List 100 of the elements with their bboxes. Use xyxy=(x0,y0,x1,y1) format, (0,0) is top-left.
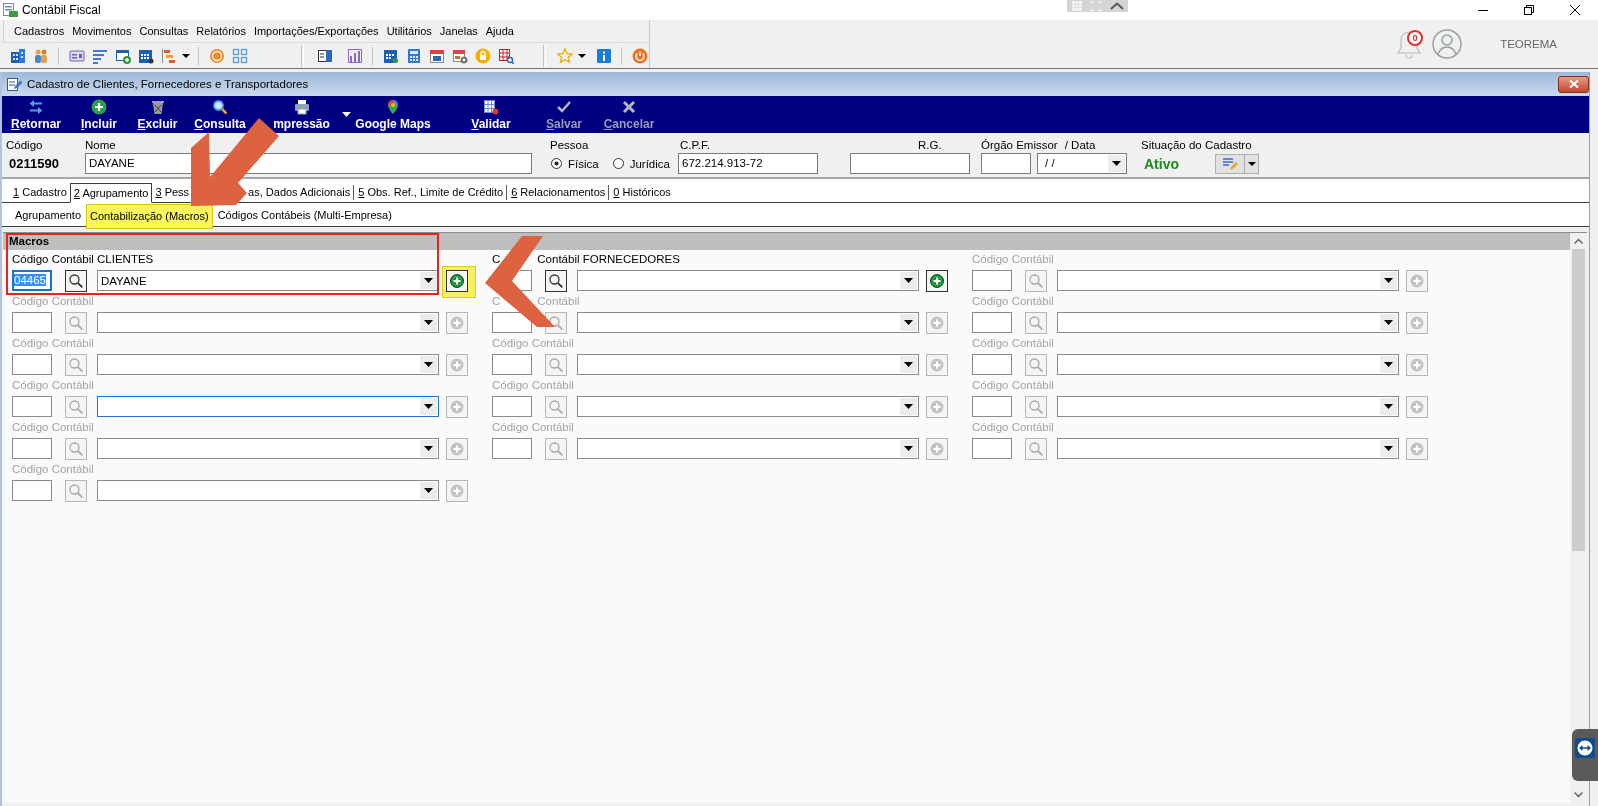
code-field[interactable] xyxy=(972,438,1012,459)
caret-icon xyxy=(1380,356,1397,373)
double-arrow-icon xyxy=(1575,738,1595,758)
issuer-field[interactable] xyxy=(981,153,1031,174)
calendar-icon xyxy=(428,47,445,64)
search-icon xyxy=(1029,399,1043,414)
dropdown-button[interactable] xyxy=(1245,153,1259,174)
tab[interactable]: Contabilização (Macros) xyxy=(86,204,213,229)
field-label: Código Contábil xyxy=(12,420,94,435)
cpf-field[interactable]: 672.214.913-72 xyxy=(678,153,818,174)
tab[interactable]: as, Dados Adicionais xyxy=(248,185,354,200)
menu-item[interactable]: Relatórios xyxy=(192,21,250,41)
code-field[interactable] xyxy=(492,438,532,459)
account-dropdown[interactable] xyxy=(97,312,439,333)
gantt-icon xyxy=(160,47,177,64)
menu-item[interactable]: Importações/Exportações xyxy=(249,21,383,41)
power-icon xyxy=(631,47,648,64)
add-button[interactable] xyxy=(446,269,468,292)
account-dropdown[interactable] xyxy=(97,396,439,417)
map-pin-icon xyxy=(385,99,401,115)
search-icon xyxy=(69,315,83,330)
restore-icon xyxy=(1524,5,1534,15)
code-field[interactable] xyxy=(12,438,52,459)
field-label: / Data xyxy=(1064,138,1096,153)
user-avatar-icon[interactable] xyxy=(1432,29,1463,59)
code-field[interactable] xyxy=(492,354,532,375)
query-button[interactable]: Consulta xyxy=(187,96,253,133)
add-button[interactable] xyxy=(926,269,948,292)
include-button[interactable]: Incluir xyxy=(70,96,128,133)
search-icon xyxy=(549,441,563,456)
id-card-icon xyxy=(68,47,85,64)
account-dropdown[interactable]: DAYANE xyxy=(97,270,439,291)
chevron-up-icon[interactable] xyxy=(1109,2,1124,10)
account-dropdown[interactable] xyxy=(1057,354,1399,375)
search-icon xyxy=(549,315,563,330)
print-button[interactable]: mpressão xyxy=(253,96,338,133)
return-button[interactable]: Retornar xyxy=(2,96,70,133)
tab[interactable]: Agrupamento xyxy=(10,207,87,223)
menu-item[interactable]: Cadastros xyxy=(10,21,69,41)
delete-button[interactable]: Excluir xyxy=(128,96,187,133)
side-tab[interactable] xyxy=(1572,729,1598,781)
tab[interactable]: 5 Obs. Ref., Limite de Crédito xyxy=(353,185,507,200)
rg-field[interactable] xyxy=(850,153,970,174)
menu-item[interactable]: Ajuda xyxy=(481,21,518,41)
trash-icon xyxy=(149,99,166,115)
grid-icon xyxy=(231,47,248,64)
code-field[interactable] xyxy=(12,312,52,333)
account-dropdown[interactable] xyxy=(97,480,439,501)
close-button[interactable] xyxy=(1558,75,1589,93)
validate-button[interactable]: Validar xyxy=(462,96,520,133)
account-dropdown[interactable] xyxy=(97,438,439,459)
account-dropdown[interactable] xyxy=(577,438,919,459)
tab[interactable]: 0 Históricos xyxy=(608,185,674,200)
account-dropdown[interactable] xyxy=(577,312,919,333)
caret-icon xyxy=(420,482,437,499)
info-icon xyxy=(595,47,612,64)
calendar-icon xyxy=(382,47,399,64)
tab[interactable]: 2 Agrupamento xyxy=(69,183,153,203)
account-dropdown[interactable] xyxy=(97,354,439,375)
menu-item[interactable]: Janelas xyxy=(435,21,482,41)
code-field[interactable] xyxy=(12,396,52,417)
tab[interactable]: 6 Relacionamentos xyxy=(506,185,609,200)
menu-item[interactable]: Utilitários xyxy=(382,21,436,41)
account-dropdown[interactable] xyxy=(1057,312,1399,333)
tab[interactable]: 1 Cadastro xyxy=(10,185,70,200)
code-field[interactable] xyxy=(12,354,52,375)
account-dropdown[interactable] xyxy=(1057,438,1399,459)
account-dropdown[interactable] xyxy=(1057,396,1399,417)
caret-icon xyxy=(900,398,917,415)
tab[interactable]: Códigos Contábeis (Multi-Empresa) xyxy=(212,207,397,223)
scrollbar-thumb[interactable] xyxy=(1572,249,1585,551)
date-dropdown[interactable]: / / xyxy=(1037,153,1127,174)
tab[interactable]: 3 Pess xyxy=(152,185,190,200)
field-label: Pessoa xyxy=(550,138,589,153)
chevron-down-icon xyxy=(1574,792,1583,798)
code-field[interactable] xyxy=(12,480,52,501)
plus-icon xyxy=(1410,273,1424,288)
user-name[interactable]: TEOREMA xyxy=(1500,38,1557,50)
menu-item[interactable]: Movimentos xyxy=(68,21,136,41)
maps-button[interactable]: Google Maps xyxy=(354,96,432,133)
calendar-icon xyxy=(137,47,154,64)
menu-item[interactable]: Consultas xyxy=(135,21,193,41)
code-field[interactable] xyxy=(972,270,1012,291)
code-field[interactable] xyxy=(520,270,532,291)
account-dropdown[interactable] xyxy=(577,354,919,375)
code-field[interactable] xyxy=(972,354,1012,375)
people-icon xyxy=(32,47,49,64)
code-field[interactable] xyxy=(492,396,532,417)
code-field[interactable] xyxy=(492,312,532,333)
search-button[interactable] xyxy=(65,269,87,292)
search-icon xyxy=(69,483,83,498)
search-button[interactable] xyxy=(545,269,567,292)
account-dropdown[interactable] xyxy=(1057,270,1399,291)
caret-icon xyxy=(1380,272,1397,289)
code-field[interactable] xyxy=(972,396,1012,417)
account-dropdown[interactable] xyxy=(577,270,919,291)
radio-button[interactable]: Jurídica xyxy=(612,157,670,170)
radio-button[interactable]: Física xyxy=(551,157,599,170)
code-field[interactable] xyxy=(972,312,1012,333)
account-dropdown[interactable] xyxy=(577,396,919,417)
